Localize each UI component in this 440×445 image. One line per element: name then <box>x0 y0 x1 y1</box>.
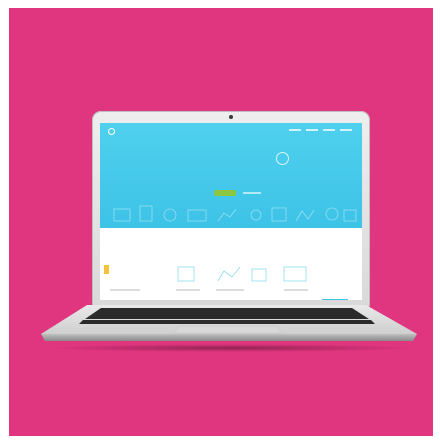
laptop-front-edge <box>41 334 417 341</box>
keyboard <box>79 308 375 324</box>
laptop-base <box>41 305 417 341</box>
trackpad <box>174 325 282 334</box>
product-photo <box>9 8 433 436</box>
